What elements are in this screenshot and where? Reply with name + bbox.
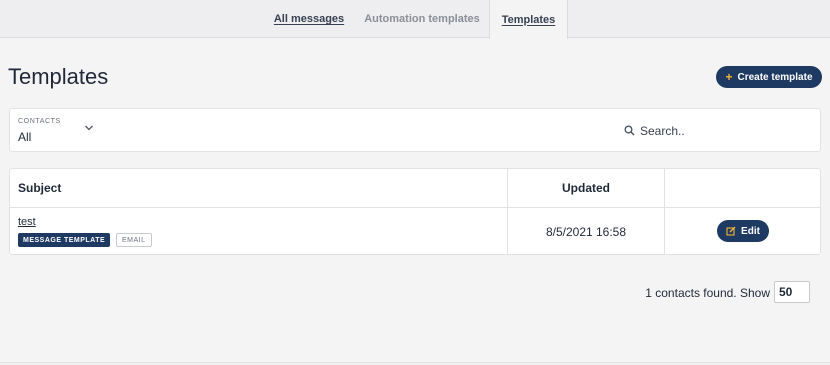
updated-date: 8/5/2021 16:58	[545, 224, 627, 239]
tab-templates-label: Templates	[501, 13, 556, 26]
contacts-filter-label: CONTACTS	[18, 118, 61, 125]
divider	[0, 362, 830, 363]
create-template-button[interactable]: + Create template	[716, 66, 822, 88]
tab-all-messages-label: All messages	[273, 13, 345, 25]
page-title: Templates	[8, 64, 109, 89]
tab-automation-templates-label: Automation templates	[364, 13, 480, 25]
results-count: 1 contacts found. Show	[645, 286, 770, 300]
page-size-input[interactable]	[774, 281, 810, 303]
template-subject-link[interactable]: test	[18, 216, 36, 228]
filter-bar: CONTACTS All	[9, 108, 821, 152]
updated-header[interactable]: Updated	[508, 169, 664, 207]
search-icon	[624, 125, 635, 136]
search-input[interactable]	[640, 121, 810, 141]
contacts-filter-value[interactable]: All	[18, 130, 31, 144]
chevron-down-icon[interactable]	[84, 124, 94, 132]
create-template-label: Create template	[737, 71, 813, 83]
header-divider	[10, 207, 820, 208]
tab-all-messages[interactable]: All messages	[264, 0, 354, 38]
message-template-badge: MESSAGE TEMPLATE	[18, 233, 111, 247]
plus-icon: +	[725, 70, 733, 84]
tab-bar: All messages Automation templates Templa…	[0, 0, 830, 39]
edit-label: Edit	[741, 225, 760, 237]
edit-icon	[726, 226, 736, 236]
edit-button[interactable]: Edit	[717, 220, 769, 242]
email-badge: EMAIL	[116, 233, 152, 247]
tab-automation-templates[interactable]: Automation templates	[356, 0, 488, 38]
templates-table: Subject Updated test MESSAGE TEMPLATE EM…	[9, 168, 821, 255]
subject-header[interactable]: Subject	[18, 169, 61, 207]
column-divider	[664, 169, 665, 255]
tab-templates[interactable]: Templates	[489, 0, 568, 39]
